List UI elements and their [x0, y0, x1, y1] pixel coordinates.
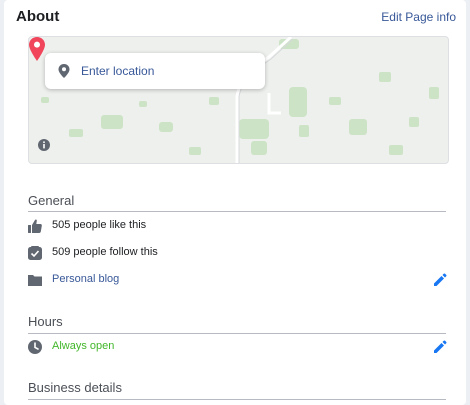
hours-divider	[28, 333, 446, 334]
follows-count: 509 people follow this	[52, 246, 158, 258]
general-section-title: General	[28, 193, 75, 208]
edit-page-info-link[interactable]: Edit Page info	[381, 10, 456, 24]
about-header: About Edit Page info	[16, 8, 456, 28]
clock-icon	[28, 340, 42, 354]
thumbs-up-icon	[28, 219, 42, 233]
general-divider	[28, 211, 446, 212]
map-marker-icon	[29, 37, 45, 61]
follows-row: 509 people follow this	[28, 244, 448, 264]
likes-count: 505 people like this	[52, 219, 147, 231]
business-details-title: Business details	[28, 380, 122, 395]
business-divider	[28, 399, 446, 400]
edit-hours-pencil-icon[interactable]	[432, 339, 448, 355]
location-pin-icon	[58, 64, 70, 78]
follow-icon	[28, 246, 42, 260]
location-map[interactable]: Enter location	[28, 36, 449, 164]
hours-section-title: Hours	[28, 314, 63, 329]
about-card: About Edit Page info Enter location Gene…	[4, 0, 466, 405]
enter-location-field[interactable]: Enter location	[45, 53, 265, 89]
hours-row: Always open	[28, 338, 448, 358]
info-icon[interactable]	[38, 139, 50, 151]
hours-status: Always open	[52, 340, 115, 352]
category-icon	[28, 275, 42, 286]
category-row: Personal blog	[28, 271, 448, 291]
likes-row: 505 people like this	[28, 217, 448, 237]
enter-location-text: Enter location	[81, 64, 155, 78]
about-title: About	[16, 8, 60, 25]
category-link[interactable]: Personal blog	[52, 273, 119, 285]
edit-category-pencil-icon[interactable]	[432, 272, 448, 288]
